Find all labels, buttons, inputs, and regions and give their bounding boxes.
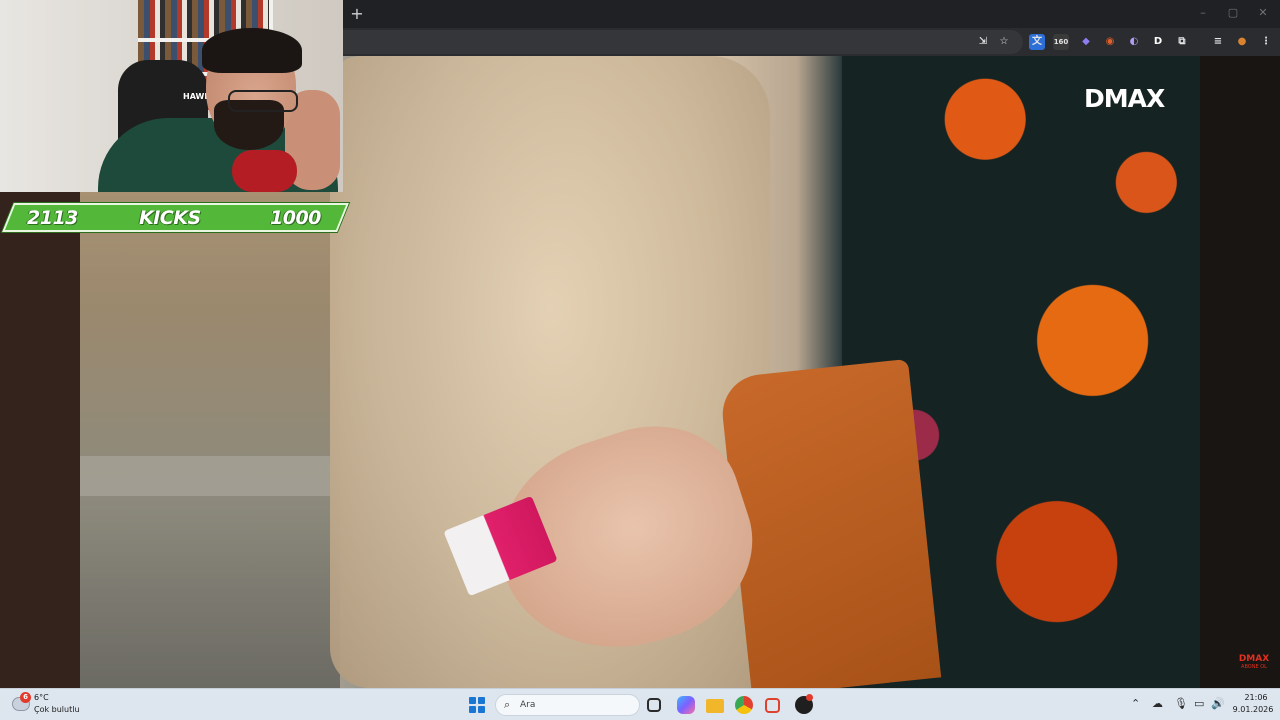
desktop: + – ▢ ✕ ⇲ ☆ 文 160 ◆ ◉ ◐ D ⧉ ≡ ● ⋮ DMAX D… [0, 0, 1280, 720]
bookmark-star-icon[interactable]: ☆ [996, 34, 1012, 50]
notification-dot [806, 694, 813, 701]
menu-kebab-icon[interactable]: ⋮ [1258, 34, 1274, 50]
address-bar[interactable] [343, 30, 1023, 54]
shield-extension-icon[interactable]: ◆ [1078, 34, 1094, 50]
browser-tab-strip: + – ▢ ✕ [343, 0, 1280, 28]
install-app-icon[interactable]: ⇲ [975, 34, 991, 50]
task-view-icon[interactable] [647, 698, 661, 712]
windows-logo-tile [469, 697, 476, 704]
clock-time[interactable]: 21:06 [1236, 693, 1276, 702]
streamer-glasses [228, 90, 298, 112]
background-shelf [80, 456, 330, 496]
extensions-puzzle-icon[interactable]: ⧉ [1174, 34, 1190, 50]
kick-label: KICKS [139, 207, 201, 229]
translate-extension-icon[interactable]: 文 [1029, 34, 1045, 50]
webcam-overlay: HAWK [0, 0, 343, 192]
weather-alert-badge: 6 [20, 692, 31, 703]
left-letterbox [0, 192, 80, 688]
d-extension-icon[interactable]: D [1150, 34, 1166, 50]
orange-sleeve [718, 358, 942, 688]
kick-current-count: 2113 [27, 207, 78, 229]
close-window-button[interactable]: ✕ [1256, 6, 1270, 20]
microphone [232, 150, 297, 192]
chrome-icon[interactable] [735, 696, 753, 714]
profile-avatar-icon[interactable]: ● [1234, 34, 1250, 50]
new-tab-button[interactable]: + [347, 4, 367, 24]
file-explorer-icon[interactable] [706, 699, 724, 713]
reading-list-icon[interactable]: ≡ [1210, 34, 1226, 50]
microphone-icon[interactable]: 🎙 [1174, 697, 1188, 710]
clock-date[interactable]: 9.01.2026 [1230, 705, 1276, 714]
snipping-tool-icon[interactable] [765, 698, 780, 713]
search-placeholder: Ara [520, 700, 536, 710]
start-button[interactable] [469, 697, 485, 713]
windows-logo-tile [478, 706, 485, 713]
dmax-mini-logo: DMAX [1238, 654, 1270, 664]
browser-toolbar: ⇲ ☆ 文 160 ◆ ◉ ◐ D ⧉ ≡ ● ⋮ [343, 28, 1280, 56]
network-icon[interactable]: ▭ [1194, 697, 1204, 710]
right-letterbox [1200, 56, 1280, 688]
ai-extension-icon[interactable]: ◐ [1126, 34, 1142, 50]
minimize-button[interactable]: – [1196, 6, 1210, 20]
tray-overflow-chevron-icon[interactable]: ⌃ [1131, 697, 1140, 710]
search-icon: ⌕ [504, 698, 511, 711]
streamer-hair [202, 28, 302, 73]
weather-temperature[interactable]: 6°C [34, 693, 49, 702]
dmax-channel-logo: DMAX [1084, 84, 1165, 113]
maximize-button[interactable]: ▢ [1226, 6, 1240, 20]
counter-extension-icon[interactable]: 160 [1053, 34, 1069, 50]
kick-goal-count: 1000 [270, 207, 321, 229]
taskbar-search[interactable]: ⌕ Ara [495, 694, 640, 716]
onedrive-cloud-icon[interactable]: ☁ [1152, 697, 1163, 710]
volume-icon[interactable]: 🔊 [1211, 697, 1225, 710]
dmax-subscribe-badge[interactable]: DMAX ABONE OL [1238, 655, 1270, 671]
windows-logo-tile [478, 697, 485, 704]
windows-logo-tile [469, 706, 476, 713]
weather-description[interactable]: Çok bulutlu [34, 705, 80, 714]
dmax-subscribe-text: ABONE OL [1241, 664, 1267, 670]
windows-taskbar: 6 6°C Çok bulutlu ⌕ Ara ⌃ ☁ 🎙 ▭ 🔊 21:06 … [0, 688, 1280, 720]
copilot-icon[interactable] [677, 696, 695, 714]
fox-extension-icon[interactable]: ◉ [1102, 34, 1118, 50]
